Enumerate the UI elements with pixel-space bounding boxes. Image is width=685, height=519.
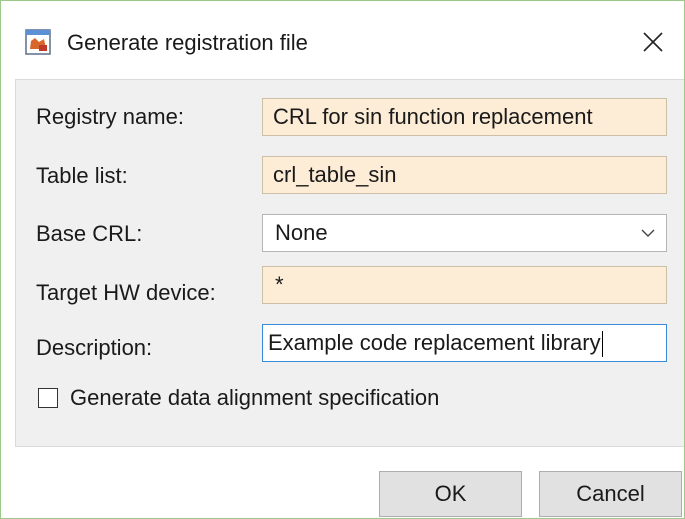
- ok-button[interactable]: OK: [379, 471, 522, 517]
- target-hw-device-label: Target HW device:: [36, 280, 216, 305]
- alignment-checkbox-label: Generate data alignment specification: [70, 385, 440, 410]
- close-button[interactable]: [630, 19, 676, 65]
- text-caret: [601, 331, 603, 358]
- cancel-button[interactable]: Cancel: [539, 471, 682, 517]
- table-list-label: Table list:: [36, 163, 128, 188]
- description-value: Example code replacement library: [268, 330, 601, 355]
- description-label: Description:: [36, 335, 153, 360]
- form-panel: Registry name: CRL for sin function repl…: [15, 79, 684, 447]
- table-list-field[interactable]: crl_table_sin: [262, 156, 667, 194]
- base-crl-selected-value: None: [275, 220, 328, 245]
- alignment-checkbox[interactable]: [38, 388, 58, 408]
- close-icon: [643, 32, 663, 52]
- title-bar[interactable]: Generate registration file: [1, 1, 684, 81]
- chevron-down-icon: [641, 229, 655, 237]
- dialog-window: Generate registration file Registry name…: [0, 0, 685, 519]
- app-icon: [25, 29, 51, 55]
- registry-name-field[interactable]: CRL for sin function replacement: [262, 98, 667, 136]
- alignment-checkbox-row[interactable]: Generate data alignment specification: [38, 383, 439, 413]
- description-field[interactable]: Example code replacement library: [262, 324, 667, 362]
- base-crl-label: Base CRL:: [36, 221, 143, 246]
- registry-name-label: Registry name:: [36, 104, 184, 129]
- dialog-title: Generate registration file: [67, 30, 308, 55]
- target-hw-device-field[interactable]: *: [262, 266, 667, 304]
- base-crl-select[interactable]: None: [262, 214, 667, 252]
